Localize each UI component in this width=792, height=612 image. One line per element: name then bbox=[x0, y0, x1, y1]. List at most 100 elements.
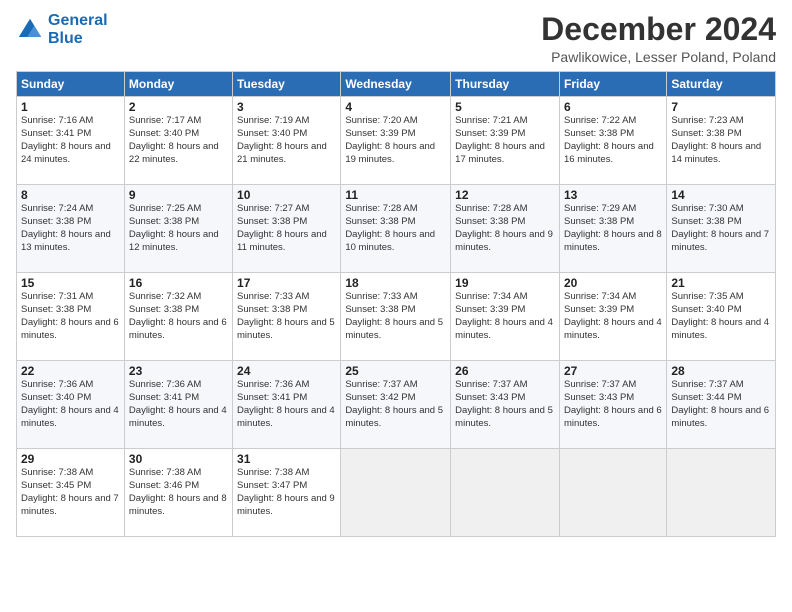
day-number: 25 bbox=[345, 364, 446, 378]
col-header-thursday: Thursday bbox=[451, 72, 560, 97]
day-number: 14 bbox=[671, 188, 771, 202]
day-number: 1 bbox=[21, 100, 120, 114]
calendar-cell: 21 Sunrise: 7:35 AMSunset: 3:40 PMDaylig… bbox=[667, 273, 776, 361]
day-number: 21 bbox=[671, 276, 771, 290]
logo-icon bbox=[16, 16, 44, 44]
day-info: Sunrise: 7:37 AMSunset: 3:42 PMDaylight:… bbox=[345, 379, 443, 428]
day-info: Sunrise: 7:20 AMSunset: 3:39 PMDaylight:… bbox=[345, 115, 435, 164]
day-info: Sunrise: 7:38 AMSunset: 3:47 PMDaylight:… bbox=[237, 467, 335, 516]
calendar-cell: 10 Sunrise: 7:27 AMSunset: 3:38 PMDaylig… bbox=[233, 185, 341, 273]
day-number: 5 bbox=[455, 100, 555, 114]
day-number: 8 bbox=[21, 188, 120, 202]
day-number: 17 bbox=[237, 276, 336, 290]
calendar-cell: 30 Sunrise: 7:38 AMSunset: 3:46 PMDaylig… bbox=[124, 449, 232, 537]
location-title: Pawlikowice, Lesser Poland, Poland bbox=[541, 49, 776, 65]
day-info: Sunrise: 7:33 AMSunset: 3:38 PMDaylight:… bbox=[345, 291, 443, 340]
calendar-cell: 25 Sunrise: 7:37 AMSunset: 3:42 PMDaylig… bbox=[341, 361, 451, 449]
month-title: December 2024 bbox=[541, 12, 776, 47]
calendar-cell: 14 Sunrise: 7:30 AMSunset: 3:38 PMDaylig… bbox=[667, 185, 776, 273]
calendar-cell: 23 Sunrise: 7:36 AMSunset: 3:41 PMDaylig… bbox=[124, 361, 232, 449]
day-info: Sunrise: 7:29 AMSunset: 3:38 PMDaylight:… bbox=[564, 203, 662, 252]
day-info: Sunrise: 7:34 AMSunset: 3:39 PMDaylight:… bbox=[455, 291, 553, 340]
logo: General Blue bbox=[16, 12, 108, 47]
day-number: 22 bbox=[21, 364, 120, 378]
day-number: 3 bbox=[237, 100, 336, 114]
calendar-table: SundayMondayTuesdayWednesdayThursdayFrid… bbox=[16, 71, 776, 537]
day-info: Sunrise: 7:36 AMSunset: 3:41 PMDaylight:… bbox=[129, 379, 227, 428]
title-block: December 2024 Pawlikowice, Lesser Poland… bbox=[541, 12, 776, 65]
day-number: 29 bbox=[21, 452, 120, 466]
header: General Blue December 2024 Pawlikowice, … bbox=[16, 12, 776, 65]
calendar-cell: 31 Sunrise: 7:38 AMSunset: 3:47 PMDaylig… bbox=[233, 449, 341, 537]
day-number: 19 bbox=[455, 276, 555, 290]
col-header-saturday: Saturday bbox=[667, 72, 776, 97]
day-number: 10 bbox=[237, 188, 336, 202]
calendar-cell: 24 Sunrise: 7:36 AMSunset: 3:41 PMDaylig… bbox=[233, 361, 341, 449]
day-info: Sunrise: 7:35 AMSunset: 3:40 PMDaylight:… bbox=[671, 291, 769, 340]
day-number: 13 bbox=[564, 188, 662, 202]
calendar-week-row: 15 Sunrise: 7:31 AMSunset: 3:38 PMDaylig… bbox=[17, 273, 776, 361]
day-number: 30 bbox=[129, 452, 228, 466]
day-info: Sunrise: 7:19 AMSunset: 3:40 PMDaylight:… bbox=[237, 115, 327, 164]
day-number: 7 bbox=[671, 100, 771, 114]
calendar-cell: 1 Sunrise: 7:16 AMSunset: 3:41 PMDayligh… bbox=[17, 97, 125, 185]
day-number: 2 bbox=[129, 100, 228, 114]
calendar-cell: 4 Sunrise: 7:20 AMSunset: 3:39 PMDayligh… bbox=[341, 97, 451, 185]
day-info: Sunrise: 7:37 AMSunset: 3:44 PMDaylight:… bbox=[671, 379, 769, 428]
day-number: 24 bbox=[237, 364, 336, 378]
calendar-cell: 22 Sunrise: 7:36 AMSunset: 3:40 PMDaylig… bbox=[17, 361, 125, 449]
calendar-week-row: 22 Sunrise: 7:36 AMSunset: 3:40 PMDaylig… bbox=[17, 361, 776, 449]
calendar-cell: 27 Sunrise: 7:37 AMSunset: 3:43 PMDaylig… bbox=[559, 361, 666, 449]
calendar-cell: 29 Sunrise: 7:38 AMSunset: 3:45 PMDaylig… bbox=[17, 449, 125, 537]
calendar-cell: 9 Sunrise: 7:25 AMSunset: 3:38 PMDayligh… bbox=[124, 185, 232, 273]
calendar-cell: 28 Sunrise: 7:37 AMSunset: 3:44 PMDaylig… bbox=[667, 361, 776, 449]
day-info: Sunrise: 7:16 AMSunset: 3:41 PMDaylight:… bbox=[21, 115, 111, 164]
calendar-cell: 18 Sunrise: 7:33 AMSunset: 3:38 PMDaylig… bbox=[341, 273, 451, 361]
calendar-week-row: 29 Sunrise: 7:38 AMSunset: 3:45 PMDaylig… bbox=[17, 449, 776, 537]
day-info: Sunrise: 7:36 AMSunset: 3:41 PMDaylight:… bbox=[237, 379, 335, 428]
page-container: General Blue December 2024 Pawlikowice, … bbox=[0, 0, 792, 545]
day-info: Sunrise: 7:24 AMSunset: 3:38 PMDaylight:… bbox=[21, 203, 111, 252]
day-number: 4 bbox=[345, 100, 446, 114]
calendar-cell: 19 Sunrise: 7:34 AMSunset: 3:39 PMDaylig… bbox=[451, 273, 560, 361]
day-number: 28 bbox=[671, 364, 771, 378]
day-number: 31 bbox=[237, 452, 336, 466]
day-number: 11 bbox=[345, 188, 446, 202]
day-number: 6 bbox=[564, 100, 662, 114]
col-header-wednesday: Wednesday bbox=[341, 72, 451, 97]
col-header-tuesday: Tuesday bbox=[233, 72, 341, 97]
day-number: 27 bbox=[564, 364, 662, 378]
calendar-cell: 8 Sunrise: 7:24 AMSunset: 3:38 PMDayligh… bbox=[17, 185, 125, 273]
calendar-cell: 7 Sunrise: 7:23 AMSunset: 3:38 PMDayligh… bbox=[667, 97, 776, 185]
calendar-cell: 3 Sunrise: 7:19 AMSunset: 3:40 PMDayligh… bbox=[233, 97, 341, 185]
day-info: Sunrise: 7:36 AMSunset: 3:40 PMDaylight:… bbox=[21, 379, 119, 428]
day-info: Sunrise: 7:23 AMSunset: 3:38 PMDaylight:… bbox=[671, 115, 761, 164]
calendar-header-row: SundayMondayTuesdayWednesdayThursdayFrid… bbox=[17, 72, 776, 97]
calendar-cell bbox=[451, 449, 560, 537]
day-info: Sunrise: 7:37 AMSunset: 3:43 PMDaylight:… bbox=[564, 379, 662, 428]
calendar-cell: 13 Sunrise: 7:29 AMSunset: 3:38 PMDaylig… bbox=[559, 185, 666, 273]
col-header-friday: Friday bbox=[559, 72, 666, 97]
day-info: Sunrise: 7:25 AMSunset: 3:38 PMDaylight:… bbox=[129, 203, 219, 252]
calendar-week-row: 8 Sunrise: 7:24 AMSunset: 3:38 PMDayligh… bbox=[17, 185, 776, 273]
day-info: Sunrise: 7:28 AMSunset: 3:38 PMDaylight:… bbox=[455, 203, 553, 252]
day-number: 9 bbox=[129, 188, 228, 202]
logo-text: General Blue bbox=[48, 12, 108, 47]
calendar-cell bbox=[559, 449, 666, 537]
calendar-cell: 12 Sunrise: 7:28 AMSunset: 3:38 PMDaylig… bbox=[451, 185, 560, 273]
calendar-cell bbox=[341, 449, 451, 537]
day-info: Sunrise: 7:32 AMSunset: 3:38 PMDaylight:… bbox=[129, 291, 227, 340]
day-info: Sunrise: 7:21 AMSunset: 3:39 PMDaylight:… bbox=[455, 115, 545, 164]
calendar-week-row: 1 Sunrise: 7:16 AMSunset: 3:41 PMDayligh… bbox=[17, 97, 776, 185]
calendar-cell bbox=[667, 449, 776, 537]
day-number: 16 bbox=[129, 276, 228, 290]
calendar-cell: 16 Sunrise: 7:32 AMSunset: 3:38 PMDaylig… bbox=[124, 273, 232, 361]
calendar-cell: 15 Sunrise: 7:31 AMSunset: 3:38 PMDaylig… bbox=[17, 273, 125, 361]
calendar-cell: 6 Sunrise: 7:22 AMSunset: 3:38 PMDayligh… bbox=[559, 97, 666, 185]
day-info: Sunrise: 7:28 AMSunset: 3:38 PMDaylight:… bbox=[345, 203, 435, 252]
calendar-cell: 26 Sunrise: 7:37 AMSunset: 3:43 PMDaylig… bbox=[451, 361, 560, 449]
calendar-cell: 2 Sunrise: 7:17 AMSunset: 3:40 PMDayligh… bbox=[124, 97, 232, 185]
day-number: 12 bbox=[455, 188, 555, 202]
day-info: Sunrise: 7:17 AMSunset: 3:40 PMDaylight:… bbox=[129, 115, 219, 164]
day-number: 26 bbox=[455, 364, 555, 378]
